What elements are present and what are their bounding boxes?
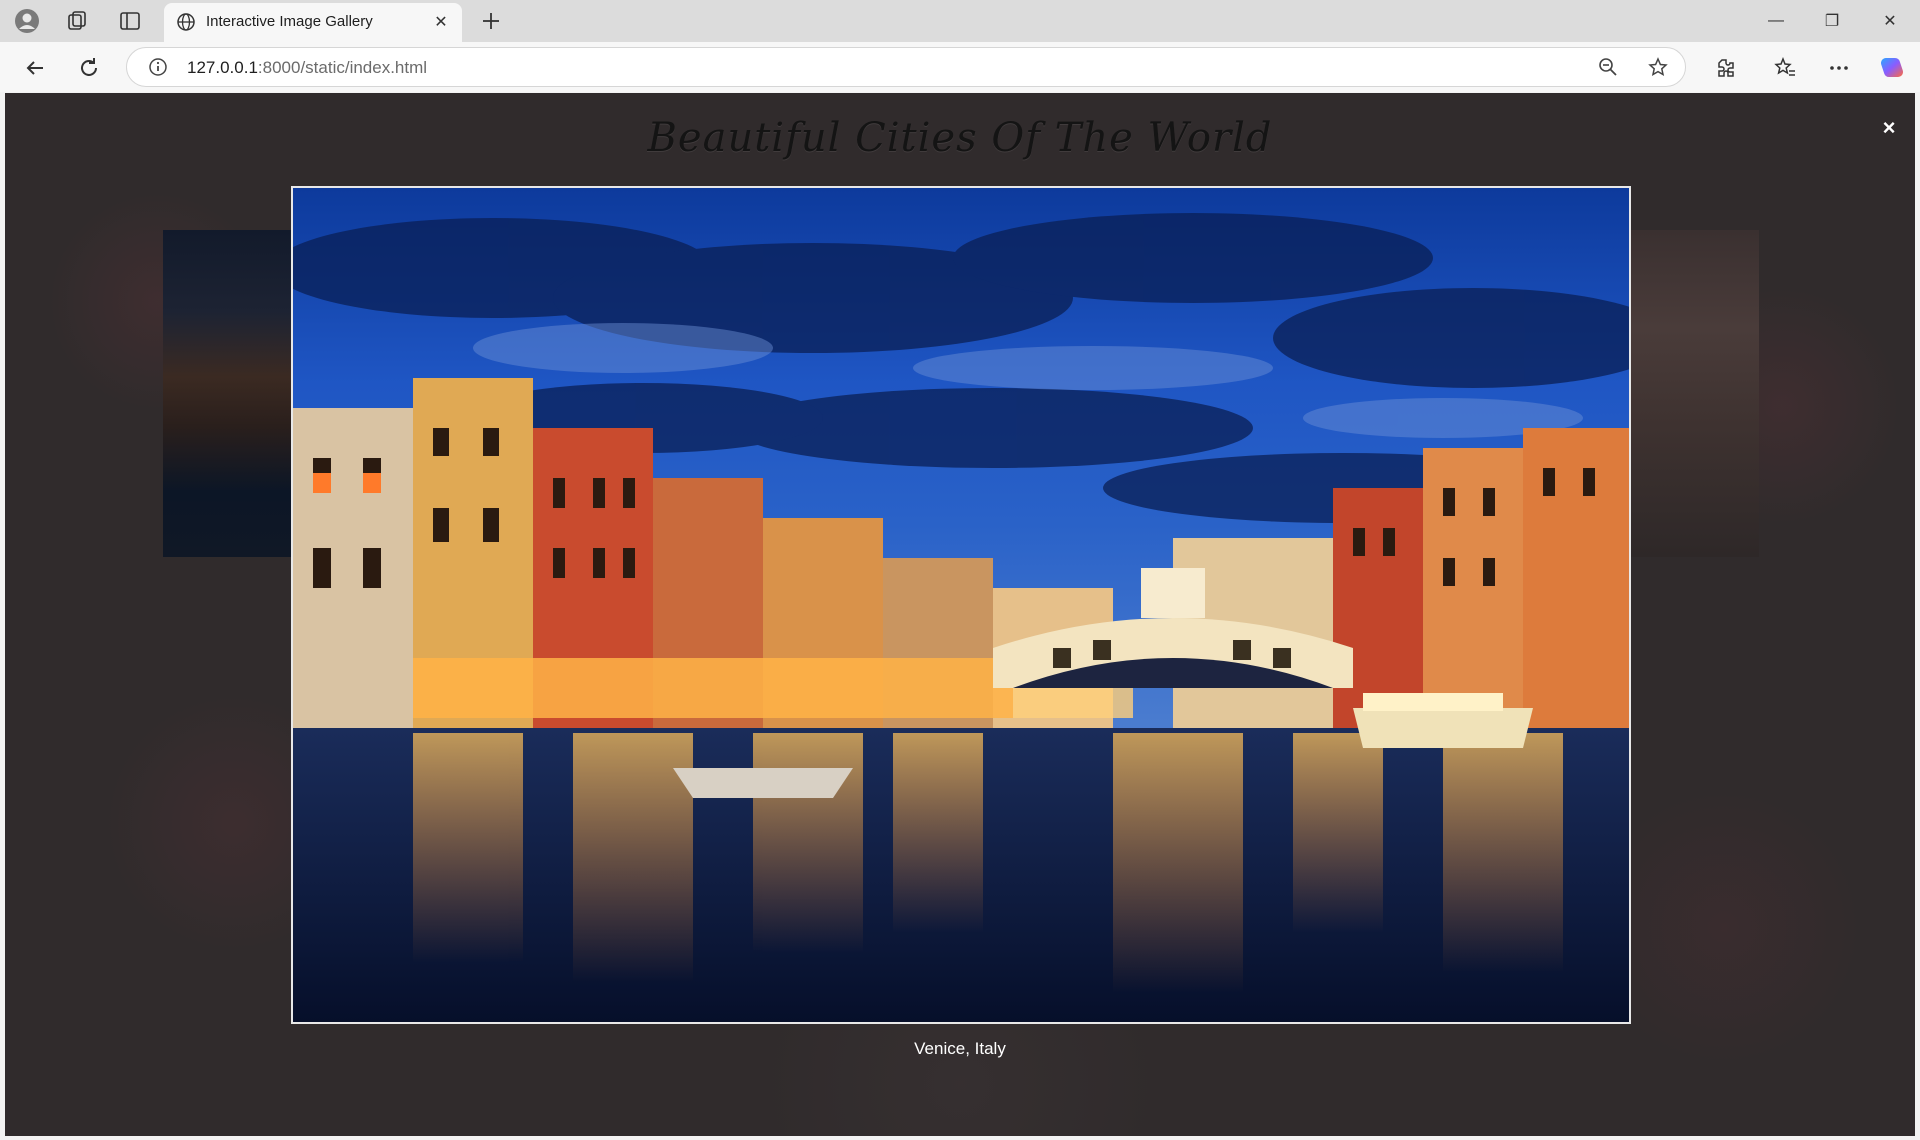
- profile-icon[interactable]: [12, 6, 42, 36]
- gallery-title: Beautiful Cities Of The World: [647, 115, 1273, 161]
- address-bar[interactable]: 127.0.0.1:8000/static/index.html: [126, 47, 1686, 87]
- star-icon[interactable]: [1643, 52, 1673, 82]
- back-arrow-icon[interactable]: [18, 51, 52, 85]
- extensions-icon[interactable]: [1708, 51, 1742, 85]
- refresh-icon[interactable]: [72, 51, 106, 85]
- globe-icon: [176, 12, 196, 37]
- more-icon[interactable]: [1822, 51, 1856, 85]
- copilot-icon[interactable]: [1876, 51, 1910, 85]
- zoom-out-icon[interactable]: [1593, 52, 1623, 82]
- collections-icon[interactable]: [62, 6, 92, 36]
- tab-actions-icon[interactable]: [115, 6, 145, 36]
- image-caption: Venice, Italy: [914, 1039, 1006, 1058]
- page-viewport: Beautiful Cities Of The World × Venice, …: [5, 93, 1915, 1136]
- close-tab-icon[interactable]: ✕: [428, 9, 454, 35]
- restore-icon[interactable]: ❐: [1804, 0, 1860, 42]
- browser-toolbar: 127.0.0.1:8000/static/index.html: [0, 42, 1920, 92]
- info-icon[interactable]: [143, 52, 173, 82]
- active-tab[interactable]: Interactive Image Gallery ✕: [164, 3, 462, 42]
- url-text: 127.0.0.1:8000/static/index.html: [187, 58, 428, 77]
- favorites-icon[interactable]: [1768, 51, 1802, 85]
- close-window-icon[interactable]: ✕: [1862, 0, 1918, 42]
- main-gallery-image: [291, 186, 1631, 1024]
- browser-tab-bar: Interactive Image Gallery ✕ — ❐ ✕: [0, 0, 1920, 42]
- next-image-thumbnail[interactable]: [1626, 230, 1759, 557]
- minimize-icon[interactable]: —: [1748, 0, 1804, 42]
- new-tab-plus-icon[interactable]: [476, 6, 506, 36]
- previous-image-thumbnail[interactable]: [163, 230, 298, 557]
- tab-title: Interactive Image Gallery: [206, 13, 373, 30]
- close-lightbox-button[interactable]: ×: [1874, 113, 1904, 143]
